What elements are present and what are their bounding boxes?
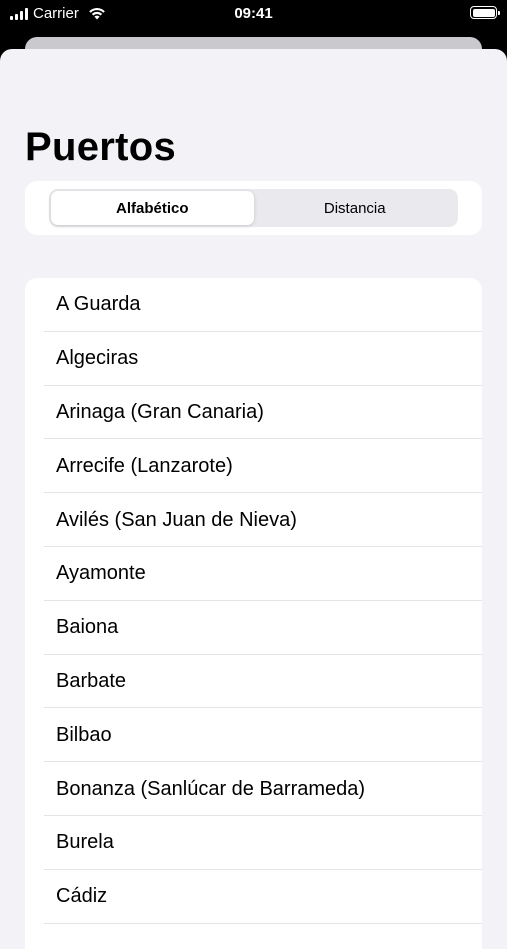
port-name: Algeciras (56, 347, 139, 370)
list-item[interactable]: Burela (25, 816, 482, 870)
list-item[interactable]: Baiona (25, 601, 482, 655)
port-name: Barbate (56, 669, 127, 692)
port-name: Burela (56, 831, 114, 854)
status-bar: Carrier 09:41 (0, 0, 507, 30)
battery-icon (470, 6, 500, 19)
list-item[interactable]: Bilbao (25, 708, 482, 762)
segment-card: Alfabético Distancia (25, 181, 482, 235)
modal-sheet: Puertos Alfabético Distancia A Guarda Al… (0, 49, 507, 949)
port-name: Bilbao (56, 723, 112, 746)
segment-distancia[interactable]: Distancia (254, 191, 457, 225)
segment-alfabetico[interactable]: Alfabético (51, 191, 254, 225)
list-item[interactable]: A Guarda (25, 278, 482, 332)
list-item[interactable]: Avilés (San Juan de Nieva) (25, 493, 482, 547)
port-name: Arrecife (Lanzarote) (56, 454, 233, 477)
port-name: Ayamonte (56, 562, 146, 585)
list-item[interactable]: Arrecife (Lanzarote) (25, 439, 482, 493)
status-time: 09:41 (234, 5, 273, 22)
port-name: Cádiz (56, 885, 108, 908)
list-item[interactable]: Algeciras (25, 332, 482, 386)
port-name: Bonanza (Sanlúcar de Barrameda) (56, 777, 366, 800)
list-item[interactable]: Bonanza (Sanlúcar de Barrameda) (25, 762, 482, 816)
sort-segmented-control: Alfabético Distancia (49, 189, 458, 227)
port-name: Arinaga (Gran Canaria) (56, 400, 264, 423)
list-item[interactable]: Barbate (25, 655, 482, 709)
list-item[interactable]: Ayamonte (25, 547, 482, 601)
port-name: Avilés (San Juan de Nieva) (56, 508, 297, 531)
list-item[interactable]: Cádiz (25, 870, 482, 924)
list-item[interactable]: Arinaga (Gran Canaria) (25, 386, 482, 440)
port-name: A Guarda (56, 293, 141, 316)
battery-fill (472, 8, 495, 17)
port-name: Baiona (56, 616, 119, 639)
ports-list: A Guarda Algeciras Arinaga (Gran Canaria… (25, 278, 482, 949)
page-title: Puertos (25, 125, 177, 169)
